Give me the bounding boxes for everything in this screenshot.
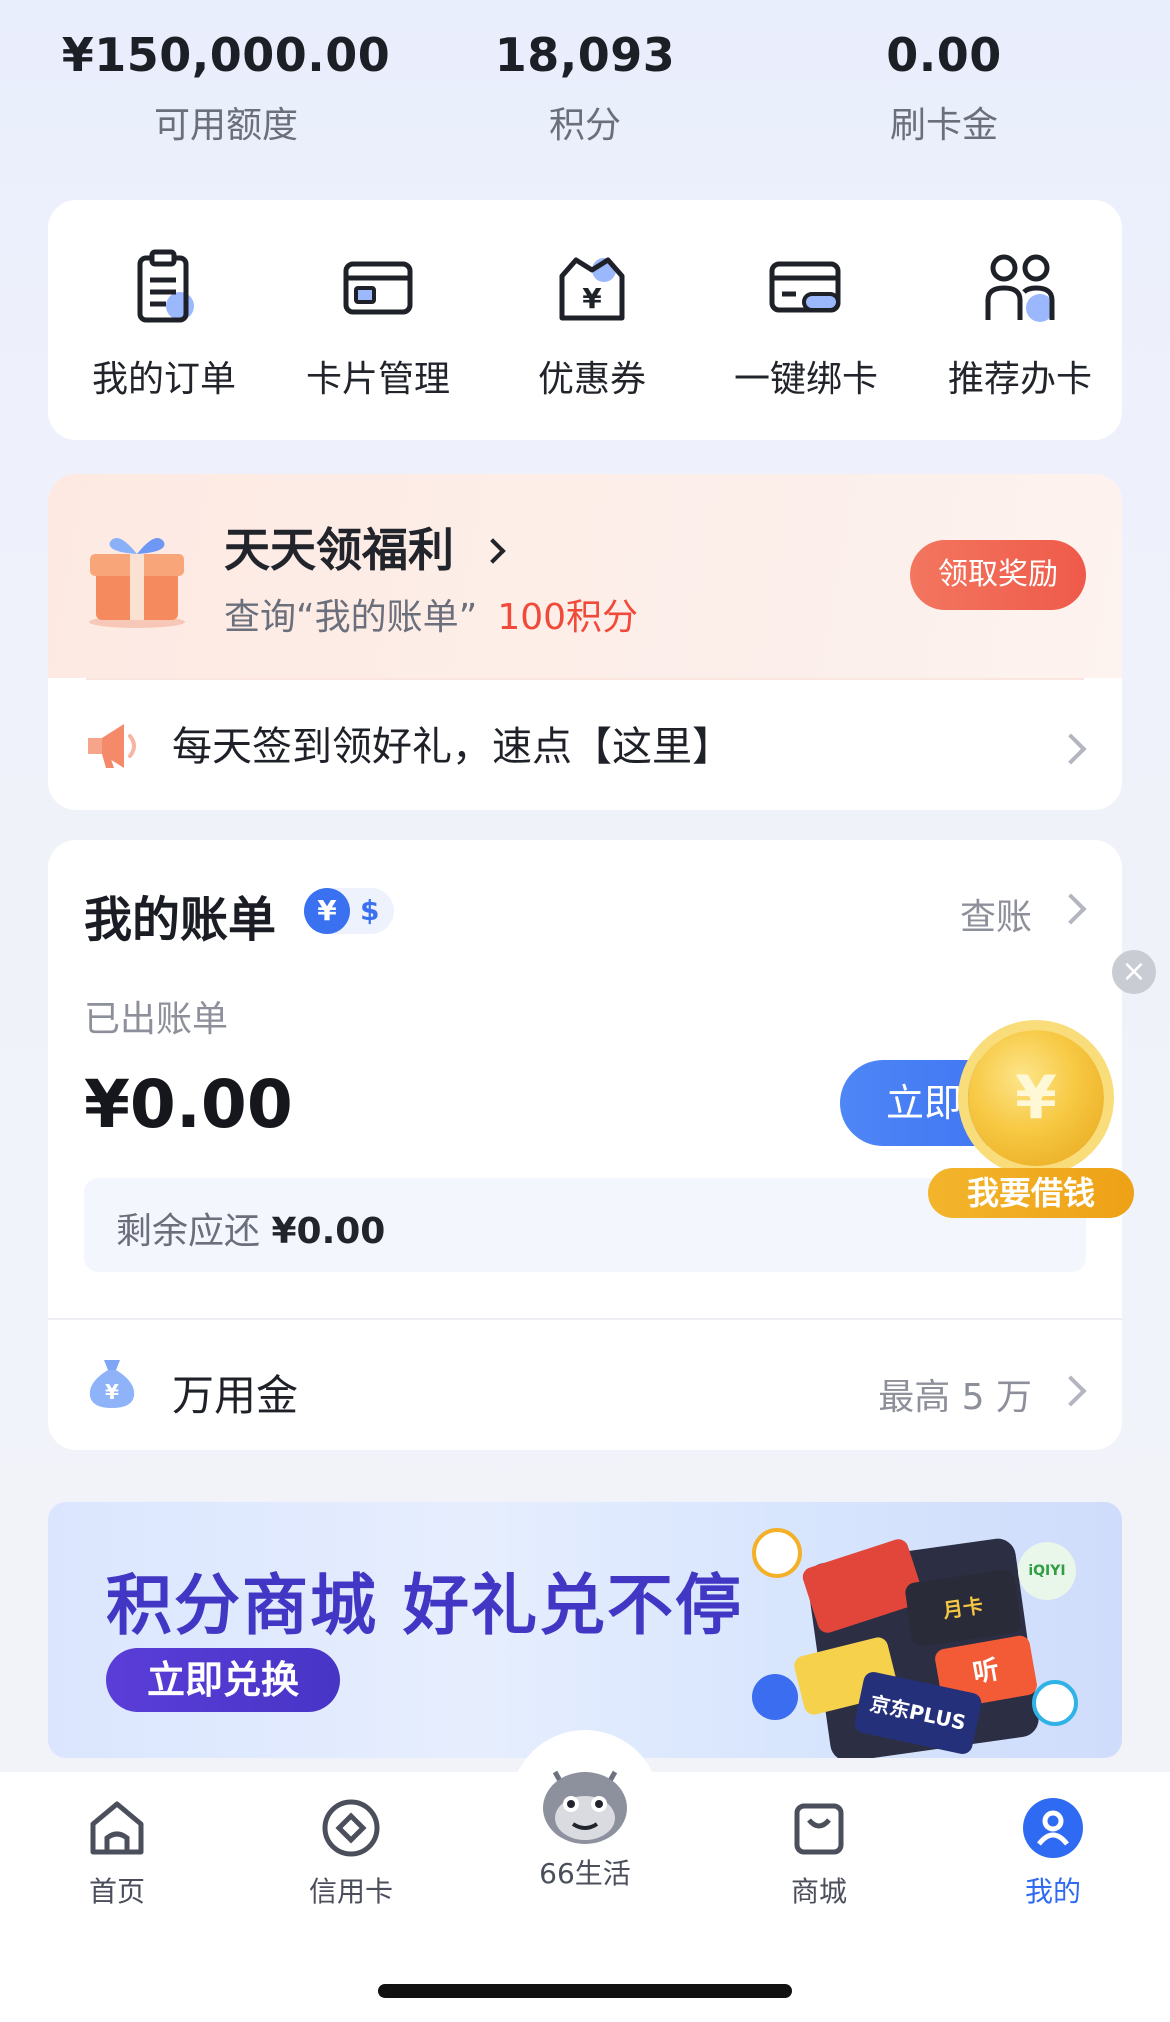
currency-toggle[interactable]: ¥ $: [304, 888, 394, 934]
claim-reward-button[interactable]: 领取奖励: [910, 540, 1086, 610]
check-account-link[interactable]: 查账: [960, 888, 1032, 940]
issued-bill-label: 已出账单: [84, 999, 229, 1040]
close-float-button[interactable]: ×: [1112, 950, 1156, 994]
chevron-right-icon: [480, 538, 506, 564]
tab-label: 商城: [790, 1875, 847, 1908]
dollar-icon: $: [360, 894, 380, 927]
points[interactable]: 18,093 积分: [395, 28, 775, 148]
available-credit[interactable]: ¥150,000.00 可用额度: [36, 28, 416, 148]
borrow-money-button[interactable]: 我要借钱: [928, 1168, 1134, 1218]
account-summary: ¥150,000.00 可用额度 18,093 积分 0.00 刷卡金: [0, 28, 1170, 168]
chevron-right-icon: [1055, 893, 1087, 925]
available-credit-label: 可用额度: [153, 105, 298, 146]
welfare-card: 天天领福利 查询“我的账单” 100积分 领取奖励 每天签到领好礼，速点【这里】: [48, 474, 1122, 810]
tencent-video-icon: [1032, 1680, 1078, 1726]
card-bonus-value: 0.00: [886, 28, 1002, 82]
dragon-mascot-icon: [533, 1752, 637, 1852]
points-mall-banner[interactable]: 积分商城 好礼兑不停 立即兑换 月卡 听 京东PLUS iQIYI: [48, 1502, 1122, 1758]
play-logo-icon: [752, 1674, 798, 1720]
action-my-orders[interactable]: 我的订单: [56, 248, 272, 402]
tab-home[interactable]: 首页: [47, 1796, 187, 1910]
tab-label: 66生活: [539, 1857, 631, 1890]
card-bonus-label: 刷卡金: [889, 105, 998, 146]
redeem-now-button[interactable]: 立即兑换: [106, 1648, 340, 1712]
tab-label: 信用卡: [308, 1875, 393, 1908]
action-label: 推荐办卡: [947, 359, 1092, 400]
action-label: 优惠券: [537, 359, 646, 400]
coupon-icon: ¥: [552, 248, 632, 328]
action-card-manage[interactable]: 卡片管理: [270, 248, 486, 402]
points-label: 积分: [548, 105, 621, 146]
points-value: 18,093: [494, 28, 676, 82]
action-bind-card[interactable]: 一键绑卡: [698, 248, 914, 402]
action-label: 卡片管理: [305, 359, 450, 400]
chevron-right-icon: [1055, 1375, 1087, 1407]
megaphone-icon: [82, 716, 142, 776]
svg-text:¥: ¥: [582, 282, 602, 315]
iqiyi-logo: iQIYI: [1018, 1542, 1076, 1600]
tab-mall[interactable]: 商城: [749, 1796, 889, 1910]
money-bag-icon: ¥: [82, 1352, 142, 1412]
wanyong-max: 最高 5 万: [878, 1377, 1032, 1418]
tab-66-life[interactable]: 66生活: [515, 1752, 655, 1892]
remaining-due-text: 剩余应还 ¥0.00: [116, 1211, 386, 1252]
quick-actions: 我的订单 卡片管理 ¥ 优惠券 一键绑卡 推荐办卡: [48, 200, 1122, 440]
remaining-due-amount: ¥0.00: [271, 1211, 386, 1252]
svg-text:¥: ¥: [105, 1380, 119, 1404]
divider: [86, 678, 1084, 680]
tab-mine[interactable]: 我的: [983, 1796, 1123, 1910]
credit-card-icon: [319, 1796, 383, 1860]
wanyong-label[interactable]: 万用金: [172, 1362, 298, 1423]
clipboard-icon: [124, 248, 204, 328]
bill-title: 我的账单: [84, 892, 277, 948]
card-icon: [338, 248, 418, 328]
yen-symbol: ¥: [1015, 1063, 1057, 1133]
divider: [48, 1318, 1122, 1320]
daily-signin-link[interactable]: 每天签到领好礼，速点【这里】: [172, 714, 732, 772]
tab-label: 首页: [88, 1875, 145, 1908]
action-coupons[interactable]: ¥ 优惠券: [484, 248, 700, 402]
card-link-icon: [766, 248, 846, 328]
card-bonus[interactable]: 0.00 刷卡金: [754, 28, 1134, 148]
my-bill-card: 我的账单 ¥ $ 查账 已出账单 ¥0.00 立即 剩余应还 ¥0.00 ¥ 万…: [48, 840, 1122, 1450]
tab-credit-card[interactable]: 信用卡: [281, 1796, 421, 1910]
action-recommend-card[interactable]: 推荐办卡: [912, 248, 1128, 402]
available-credit-value: ¥150,000.00: [61, 28, 391, 82]
welfare-points: 100积分: [497, 597, 639, 638]
people-icon: [980, 248, 1060, 328]
welfare-title[interactable]: 天天领福利: [224, 514, 506, 580]
tab-label: 我的: [1024, 1875, 1081, 1908]
chevron-right-icon: [1055, 733, 1087, 765]
bag-icon: [787, 1796, 851, 1860]
mango-logo-icon: [752, 1528, 802, 1578]
yen-icon: ¥: [304, 888, 350, 934]
welfare-subtitle: 查询“我的账单” 100积分: [224, 597, 639, 638]
action-label: 我的订单: [91, 359, 236, 400]
membership-cards-illustration: 月卡 听 京东PLUS iQIYI: [748, 1528, 1088, 1758]
home-indicator: [378, 1984, 792, 1998]
issued-bill-amount: ¥0.00: [84, 1066, 293, 1143]
profile-icon: [1021, 1796, 1085, 1860]
banner-title: 积分商城 好礼兑不停: [106, 1567, 743, 1644]
gift-box-icon: [82, 522, 192, 632]
home-icon: [85, 1796, 149, 1860]
coin-icon[interactable]: ¥: [968, 1030, 1104, 1166]
action-label: 一键绑卡: [733, 359, 878, 400]
